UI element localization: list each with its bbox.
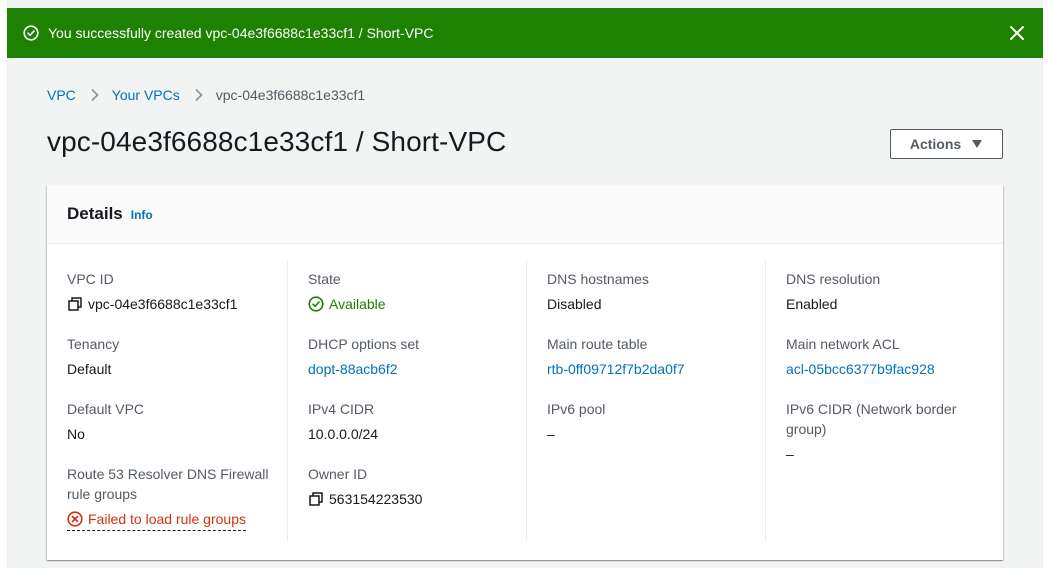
field-label: Default VPC [67, 401, 145, 417]
field-ipv6-pool: IPv6 pool – [547, 399, 753, 444]
details-container: Details Info VPC ID vpc-04e3f6688c1e33cf… [47, 185, 1003, 560]
details-column-1: VPC ID vpc-04e3f6688c1e33cf1 Tenancy Def… [47, 260, 287, 541]
field-label: State [308, 271, 341, 287]
details-column-3: DNS hostnames Disabled Main route table … [526, 260, 765, 541]
field-ipv4-cidr: IPv4 CIDR 10.0.0.0/24 [308, 399, 514, 444]
actions-label: Actions [909, 136, 962, 152]
details-header: Details Info [47, 185, 1003, 244]
field-value: Available [329, 296, 386, 312]
flash-message: You successfully created vpc-04e3f6688c1… [48, 25, 434, 41]
field-default-vpc: Default VPC No [67, 399, 275, 444]
check-circle-icon [23, 25, 39, 41]
field-value: Enabled [786, 296, 838, 312]
copy-icon[interactable] [308, 491, 324, 507]
field-main-network-acl: Main network ACL acl-05bcc6377b9fac928 [786, 334, 991, 379]
field-dhcp-options: DHCP options set dopt-88acb6f2 [308, 334, 514, 379]
field-dns-hostnames: DNS hostnames Disabled [547, 269, 753, 314]
field-value: 563154223530 [329, 491, 423, 507]
field-label: Tenancy [67, 336, 120, 352]
breadcrumb-link-your-vpcs[interactable]: Your VPCs [112, 87, 180, 103]
error-icon [67, 511, 83, 527]
field-label: Main route table [547, 336, 648, 352]
field-label: Owner ID [308, 466, 368, 482]
breadcrumb-current: vpc-04e3f6688c1e33cf1 [215, 87, 366, 103]
field-label: IPv4 CIDR [308, 401, 375, 417]
field-label: Main network ACL [786, 336, 900, 352]
dhcp-options-link[interactable]: dopt-88acb6f2 [308, 359, 514, 379]
success-flash-banner: You successfully created vpc-04e3f6688c1… [7, 8, 1043, 58]
breadcrumb: VPC Your VPCs vpc-04e3f6688c1e33cf1 [47, 86, 365, 104]
field-tenancy: Tenancy Default [67, 334, 275, 379]
breadcrumb-link-vpc[interactable]: VPC [47, 87, 76, 103]
details-title: Details [67, 204, 123, 223]
field-label: DHCP options set [308, 336, 420, 352]
field-value: No [67, 426, 85, 442]
details-column-2: State Available DHCP options set dopt-88… [287, 260, 526, 541]
field-label: IPv6 CIDR (Network border group) [786, 401, 957, 437]
info-link[interactable]: Info [131, 208, 153, 222]
actions-dropdown-button[interactable]: Actions [890, 129, 1003, 159]
close-icon[interactable] [1007, 23, 1027, 43]
field-value: 10.0.0.0/24 [308, 426, 379, 442]
field-value: – [786, 446, 794, 462]
copy-icon[interactable] [67, 296, 83, 312]
field-value: – [547, 426, 555, 442]
field-vpc-id: VPC ID vpc-04e3f6688c1e33cf1 [67, 269, 275, 314]
field-value: Default [67, 361, 112, 377]
status-success-icon [308, 296, 324, 312]
field-value: Failed to load rule groups [88, 511, 246, 527]
main-route-table-link[interactable]: rtb-0ff09712f7b2da0f7 [547, 359, 753, 379]
field-label: Route 53 Resolver DNS Firewall rule grou… [67, 466, 269, 502]
field-route53-firewall: Route 53 Resolver DNS Firewall rule grou… [67, 464, 275, 531]
field-label: VPC ID [67, 271, 114, 287]
failed-load-popover[interactable]: Failed to load rule groups [67, 509, 246, 531]
field-label: IPv6 pool [547, 401, 606, 417]
field-main-route-table: Main route table rtb-0ff09712f7b2da0f7 [547, 334, 753, 379]
field-value: vpc-04e3f6688c1e33cf1 [88, 296, 238, 312]
chevron-right-icon [194, 88, 204, 102]
chevron-right-icon [90, 88, 100, 102]
field-owner-id: Owner ID 563154223530 [308, 464, 514, 509]
details-columns: VPC ID vpc-04e3f6688c1e33cf1 Tenancy Def… [47, 260, 1003, 541]
main-network-acl-link[interactable]: acl-05bcc6377b9fac928 [786, 359, 991, 379]
field-state: State Available [308, 269, 514, 314]
field-label: DNS resolution [786, 271, 881, 287]
details-column-4: DNS resolution Enabled Main network ACL … [765, 260, 1003, 541]
field-label: DNS hostnames [547, 271, 649, 287]
caret-down-icon [971, 139, 983, 149]
field-ipv6-cidr: IPv6 CIDR (Network border group) – [786, 399, 991, 464]
page-title: vpc-04e3f6688c1e33cf1 / Short-VPC [47, 126, 507, 157]
field-dns-resolution: DNS resolution Enabled [786, 269, 991, 314]
field-value: Disabled [547, 296, 602, 312]
